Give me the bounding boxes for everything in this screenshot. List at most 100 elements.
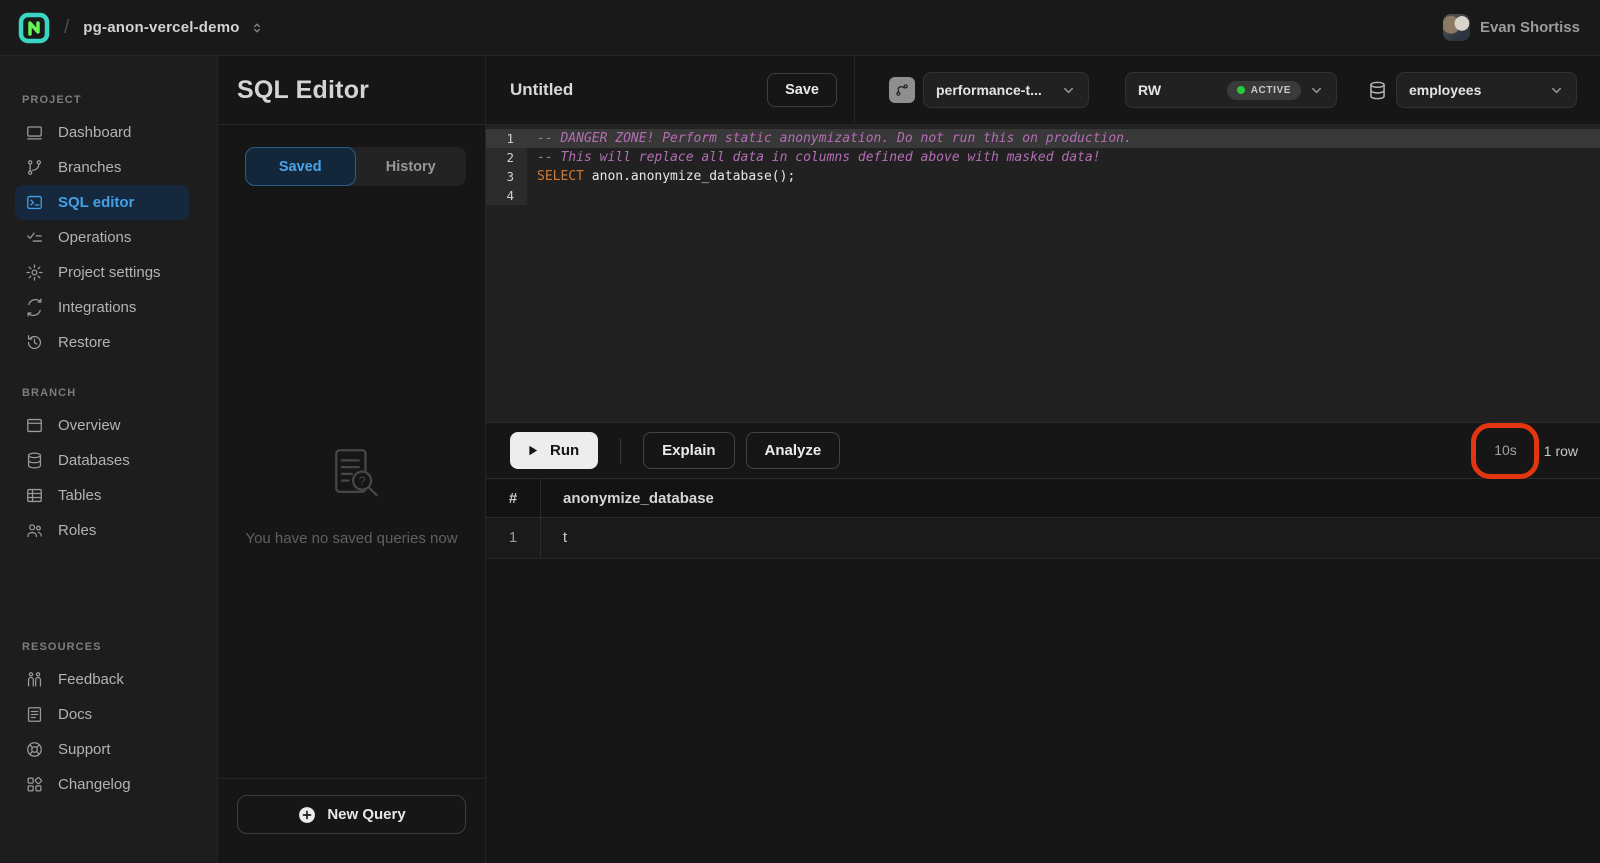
sidebar-item-tables[interactable]: Tables [15, 478, 189, 513]
sidebar-section-header: PROJECT [0, 94, 217, 115]
code-line: 4 [486, 186, 1600, 205]
column-header-name: anonymize_database [541, 479, 1600, 517]
sidebar-item-label: Changelog [58, 776, 131, 793]
run-label: Run [550, 442, 579, 459]
plus-circle-icon [297, 805, 317, 825]
queries-tabs: SavedHistory [245, 147, 466, 186]
restore-icon [25, 333, 44, 352]
save-button[interactable]: Save [767, 73, 837, 107]
database-icon [1367, 80, 1388, 101]
sidebar-item-label: Dashboard [58, 124, 131, 141]
sidebar-section-branch: BRANCHOverviewDatabasesTablesRoles [0, 387, 217, 548]
sidebar-item-databases[interactable]: Databases [15, 443, 189, 478]
new-query-button[interactable]: New Query [237, 795, 466, 834]
sidebar-item-label: Databases [58, 452, 130, 469]
run-toolbar: Run Explain Analyze 10s 1 row [486, 422, 1600, 478]
line-number: 3 [486, 167, 527, 186]
editor-pane: Untitled Save performance-t... [486, 56, 1600, 863]
tab-saved[interactable]: Saved [245, 147, 356, 186]
sidebar-item-operations[interactable]: Operations [15, 220, 189, 255]
sidebar-item-branches[interactable]: Branches [15, 150, 189, 185]
empty-state-text: You have no saved queries now [218, 530, 485, 547]
saved-queries-panel: SQL Editor SavedHistory ? You have no sa… [218, 56, 486, 863]
column-header-index: # [486, 479, 541, 517]
page-title: SQL Editor [237, 76, 369, 105]
sidebar-item-label: Branches [58, 159, 121, 176]
feedback-icon [25, 670, 44, 689]
line-number: 4 [486, 186, 527, 205]
chevron-updown-icon [250, 21, 264, 35]
branches-icon [25, 158, 44, 177]
sidebar-item-label: SQL editor [58, 194, 134, 211]
roles-icon [25, 521, 44, 540]
line-number: 2 [486, 148, 527, 167]
project-selector[interactable]: pg-anon-vercel-demo [83, 19, 263, 36]
line-number: 1 [486, 129, 527, 148]
sidebar-item-integrations[interactable]: Integrations [15, 290, 189, 325]
sidebar-item-label: Restore [58, 334, 111, 351]
sidebar-item-feedback[interactable]: Feedback [15, 662, 189, 697]
operations-icon [25, 228, 44, 247]
sidebar-section-project: PROJECT Dashboard Branches SQL editor Operat… [0, 94, 217, 360]
sidebar-item-sql-editor[interactable]: SQL editor [15, 185, 189, 220]
branch-selector[interactable]: performance-t... [923, 72, 1089, 108]
chevron-down-icon [1309, 83, 1324, 98]
user-menu[interactable]: Evan Shortiss [1443, 14, 1580, 41]
compute-selector[interactable]: RW ACTIVE [1125, 72, 1337, 108]
sidebar-item-docs[interactable]: Docs [15, 697, 189, 732]
branch-icon-button[interactable] [889, 77, 915, 103]
chevron-down-icon [1061, 83, 1076, 98]
chevron-down-icon [1549, 83, 1564, 98]
sidebar-item-label: Feedback [58, 671, 124, 688]
sidebar-item-label: Support [58, 741, 111, 758]
code-line: 3SELECT anon.anonymize_database(); [486, 167, 1600, 186]
code-line-content: -- DANGER ZONE! Perform static anonymiza… [527, 129, 1600, 148]
sidebar-item-changelog[interactable]: Changelog [15, 767, 189, 802]
branch-selector-value: performance-t... [936, 82, 1042, 98]
support-icon [25, 740, 44, 759]
status-badge: ACTIVE [1227, 81, 1301, 100]
row-index-cell: 1 [486, 518, 541, 558]
results-header-row: #anonymize_database [486, 478, 1600, 518]
avatar [1443, 14, 1470, 41]
tables-icon [25, 486, 44, 505]
sidebar-item-roles[interactable]: Roles [15, 513, 189, 548]
sidebar-item-project-settings[interactable]: Project settings [15, 255, 189, 290]
sidebar-item-label: Roles [58, 522, 96, 539]
run-button[interactable]: Run [510, 432, 598, 469]
sidebar-item-label: Tables [58, 487, 101, 504]
sidebar-item-label: Project settings [58, 264, 161, 281]
sidebar-item-restore[interactable]: Restore [15, 325, 189, 360]
sidebar-item-label: Operations [58, 229, 131, 246]
code-line: 2-- This will replace all data in column… [486, 148, 1600, 167]
neon-logo-icon[interactable] [18, 12, 50, 44]
sidebar-section-header: RESOURCES [0, 641, 217, 662]
explain-button[interactable]: Explain [643, 432, 734, 469]
empty-state: ? You have no saved queries now [218, 439, 485, 547]
row-value-cell: t [541, 518, 1600, 558]
queries-panel-footer: New Query [218, 778, 485, 863]
query-title: Untitled [510, 80, 573, 100]
database-selector-value: employees [1409, 82, 1481, 98]
database-selector[interactable]: employees [1396, 72, 1577, 108]
sidebar-item-overview[interactable]: Overview [15, 408, 189, 443]
sql-code-editor[interactable]: 1-- DANGER ZONE! Perform static anonymiz… [486, 125, 1600, 422]
dashboard-icon [25, 123, 44, 142]
sidebar-item-label: Overview [58, 417, 121, 434]
sidebar-section-resources: RESOURCES Feedback Docs Support Changelog [0, 641, 217, 802]
query-duration: 10s [1494, 442, 1517, 458]
sidebar-item-label: Integrations [58, 299, 136, 316]
row-count: 1 row [1544, 443, 1578, 459]
changelog-icon [25, 775, 44, 794]
sidebar-item-dashboard[interactable]: Dashboard [15, 115, 189, 150]
analyze-button[interactable]: Analyze [746, 432, 841, 469]
settings-icon [25, 263, 44, 282]
topbar: / pg-anon-vercel-demo Evan Shortiss [0, 0, 1600, 56]
code-line-content: -- This will replace all data in columns… [527, 148, 1600, 167]
sidebar: PROJECT Dashboard Branches SQL editor Operat… [0, 56, 218, 863]
sidebar-item-support[interactable]: Support [15, 732, 189, 767]
code-line: 1-- DANGER ZONE! Perform static anonymiz… [486, 129, 1600, 148]
integrations-icon [25, 298, 44, 317]
tab-history[interactable]: History [356, 147, 467, 186]
project-name: pg-anon-vercel-demo [83, 19, 239, 36]
